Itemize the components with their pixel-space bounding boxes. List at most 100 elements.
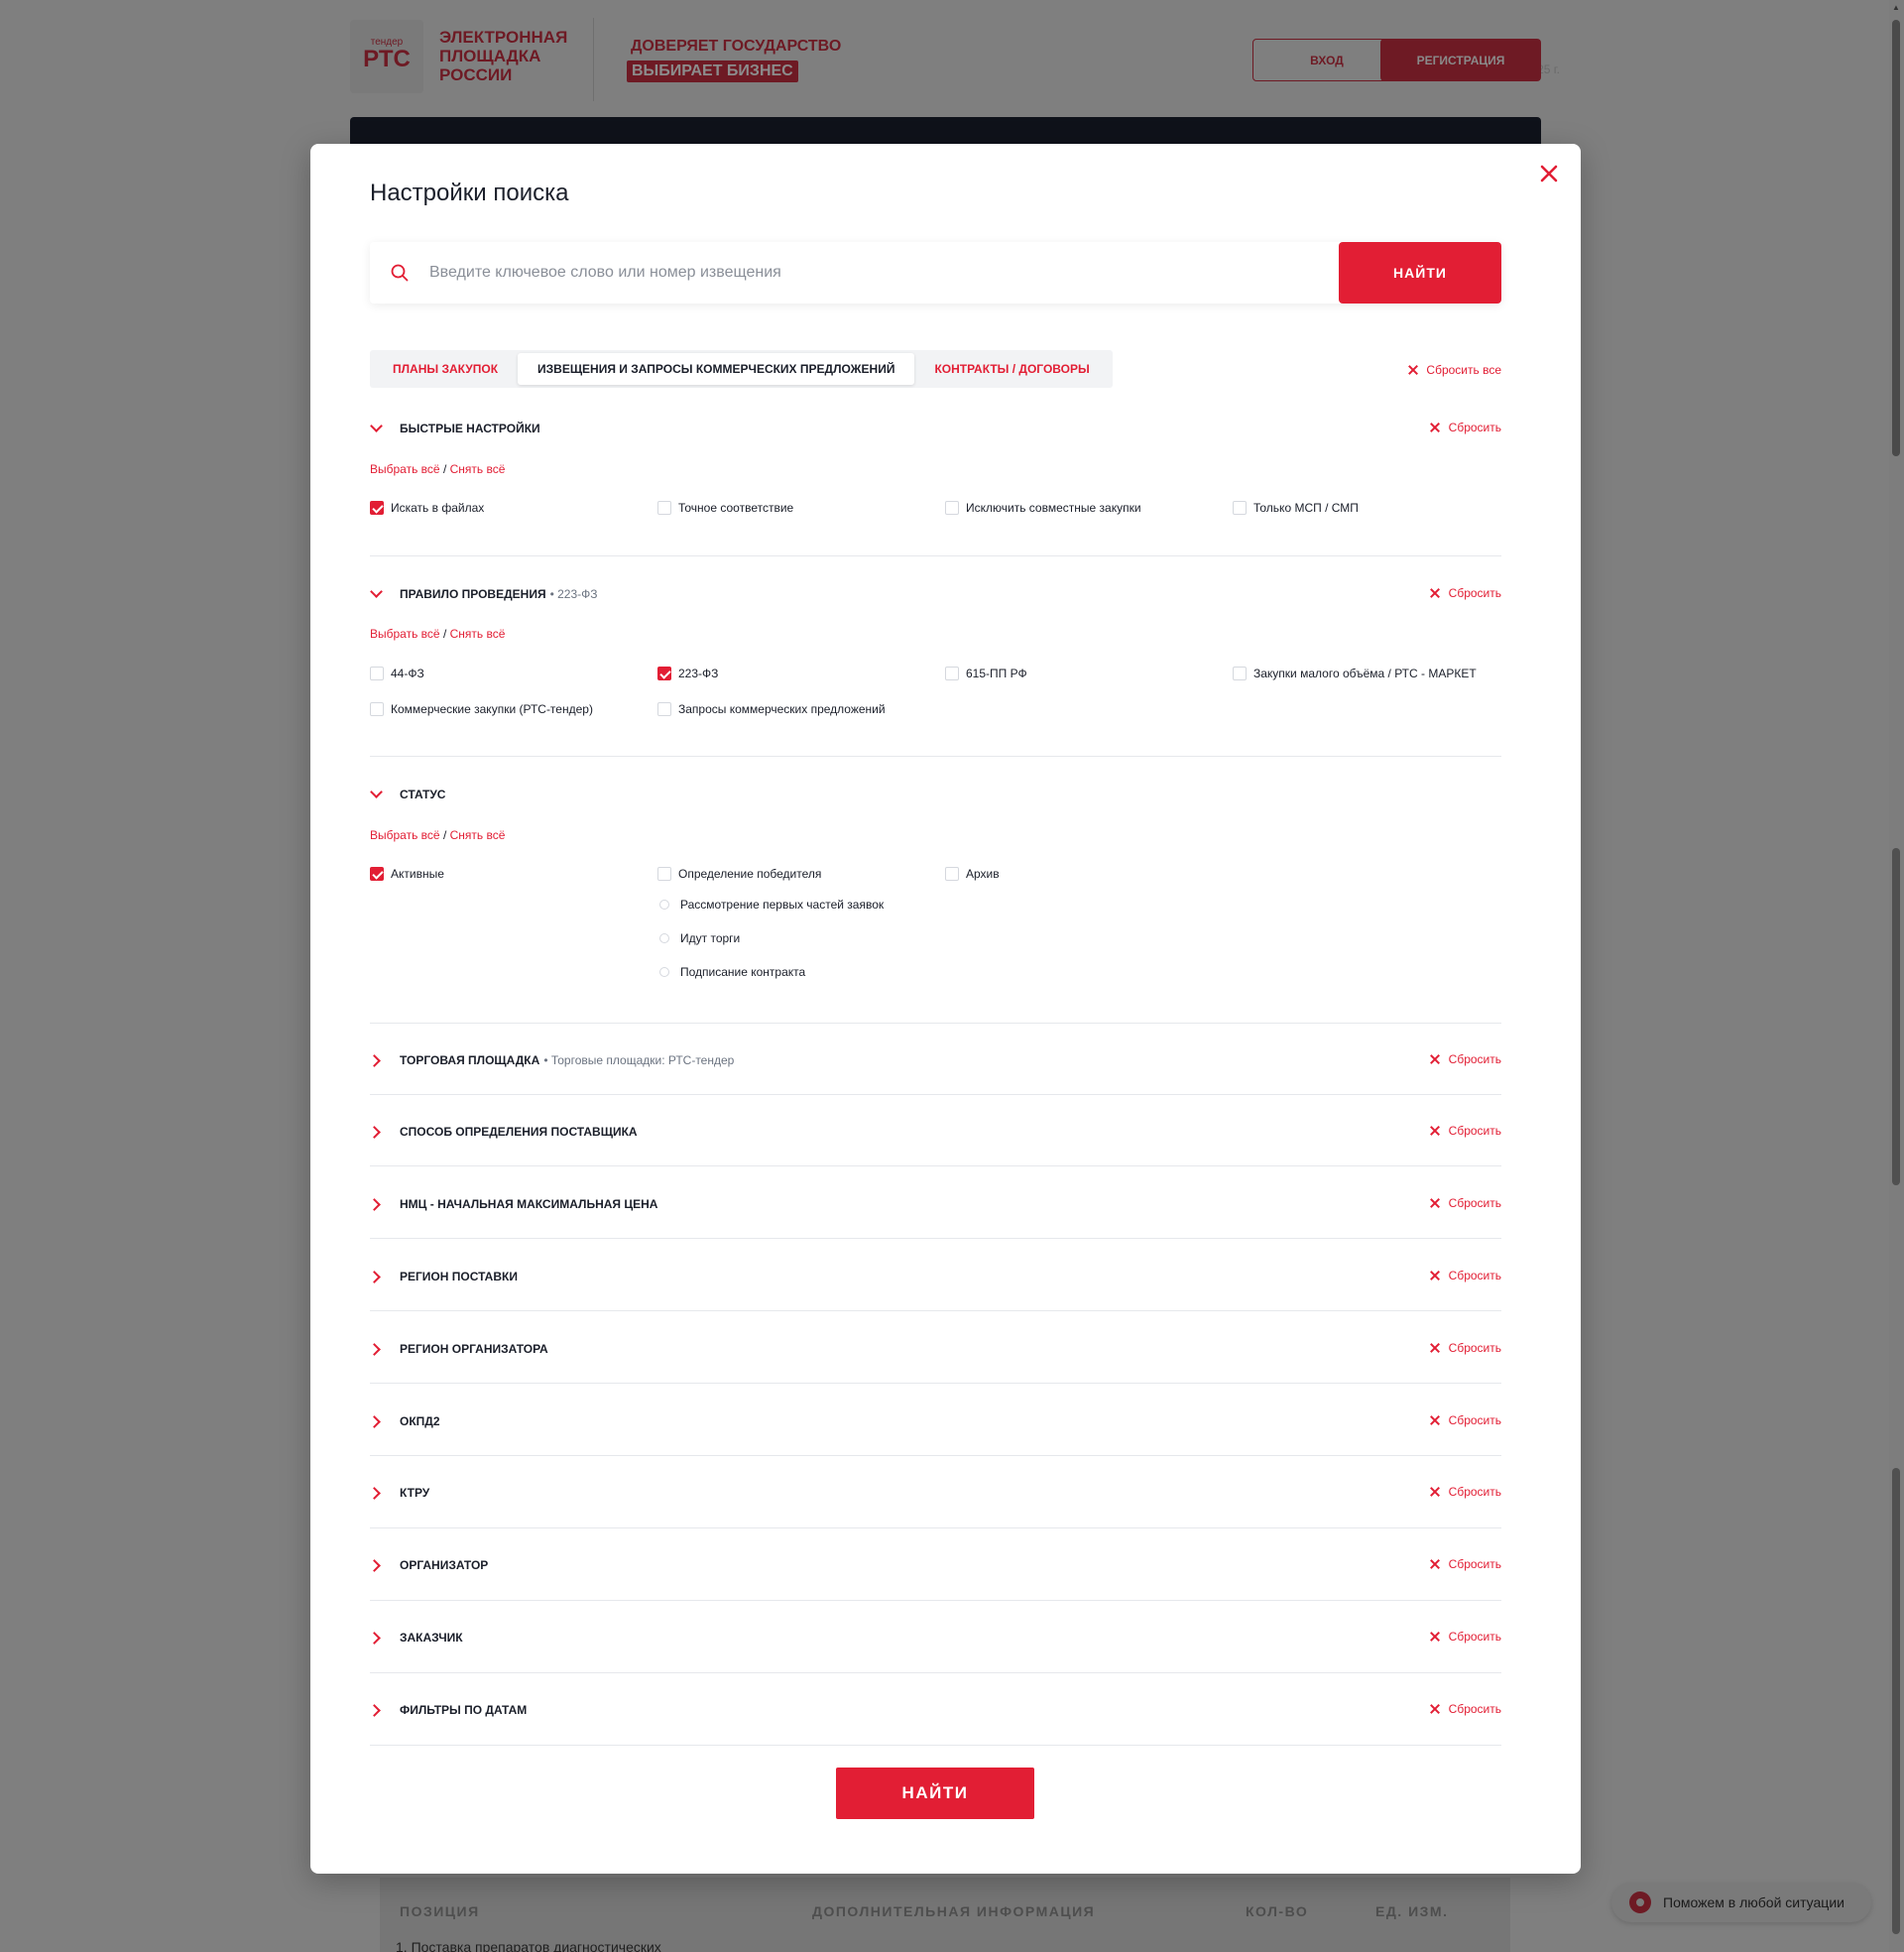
checkbox-commercial[interactable]: Коммерческие закупки (РТС-тендер) xyxy=(370,702,593,716)
section-title: ФИЛЬТРЫ ПО ДАТАМ xyxy=(400,1703,528,1717)
checkbox-archive[interactable]: Архив xyxy=(945,867,1000,881)
divider xyxy=(370,1094,1501,1095)
help-widget[interactable]: Поможем в любой ситуации xyxy=(1611,1883,1871,1922)
chevron-right-icon[interactable] xyxy=(370,1270,384,1283)
tab-notices[interactable]: ИЗВЕЩЕНИЯ И ЗАПРОСЫ КОММЕРЧЕСКИХ ПРЕДЛОЖ… xyxy=(518,353,915,385)
checkbox-44fz[interactable]: 44-ФЗ xyxy=(370,667,424,680)
radio-contract-signing[interactable]: Подписание контракта xyxy=(657,965,805,979)
chevron-right-icon[interactable] xyxy=(370,1197,384,1211)
checkbox-commercial-requests[interactable]: Запросы коммерческих предложений xyxy=(657,702,886,716)
section-header[interactable]: СТАТУС xyxy=(370,785,1501,804)
checkbox-search-in-files[interactable]: Искать в файлах xyxy=(370,501,484,515)
reset-button[interactable]: Сбросить xyxy=(1430,1702,1501,1716)
chevron-right-icon[interactable] xyxy=(370,1703,384,1717)
checkbox-label: Запросы коммерческих предложений xyxy=(678,702,886,716)
deselect-all-link[interactable]: Снять всё xyxy=(450,627,506,641)
tab-plans[interactable]: ПЛАНЫ ЗАКУПОК xyxy=(373,353,518,385)
reset-button[interactable]: Сбросить xyxy=(1430,1124,1501,1138)
checkbox-exact-match[interactable]: Точное соответствие xyxy=(657,501,793,515)
table-row[interactable]: 1. Поставка препаратов диагностических xyxy=(396,1939,661,1952)
checkbox-box[interactable] xyxy=(657,702,671,716)
login-button[interactable]: ВХОД xyxy=(1252,39,1401,81)
checkbox-223fz[interactable]: 223-ФЗ xyxy=(657,667,718,680)
chevron-right-icon[interactable] xyxy=(370,1558,384,1572)
checkbox-box[interactable] xyxy=(945,867,959,881)
checkbox-box[interactable] xyxy=(370,702,384,716)
section-trading-platform[interactable]: ТОРГОВАЯ ПЛОЩАДКА • Торговые площадки: Р… xyxy=(370,1050,1501,1070)
checkbox-active[interactable]: Активные xyxy=(370,867,444,881)
reset-button[interactable]: Сбросить xyxy=(1430,1196,1501,1210)
reset-button[interactable]: Сбросить xyxy=(1430,1557,1501,1571)
select-all-link[interactable]: Выбрать всё xyxy=(370,627,440,641)
section-date-filters[interactable]: ФИЛЬТРЫ ПО ДАТАМ Сбросить xyxy=(370,1700,1501,1720)
radio-first-parts-review[interactable]: Рассмотрение первых частей заявок xyxy=(657,898,884,912)
checkbox-box[interactable] xyxy=(1233,667,1247,680)
reset-button[interactable]: Сбросить xyxy=(1430,421,1501,434)
section-ktru[interactable]: КТРУ Сбросить xyxy=(370,1483,1501,1503)
checkbox-box[interactable] xyxy=(370,867,384,881)
radio-circle[interactable] xyxy=(659,900,669,910)
section-okpd2[interactable]: ОКПД2 Сбросить xyxy=(370,1411,1501,1431)
section-organizer-region[interactable]: РЕГИОН ОРГАНИЗАТОРА Сбросить xyxy=(370,1339,1501,1359)
section-header[interactable]: ПРАВИЛО ПРОВЕДЕНИЯ • 223-ФЗ Сбросить xyxy=(370,584,1501,604)
checkbox-box[interactable] xyxy=(370,667,384,680)
chevron-right-icon[interactable] xyxy=(370,1342,384,1356)
chevron-right-icon[interactable] xyxy=(370,1486,384,1500)
section-organizer[interactable]: ОРГАНИЗАТОР Сбросить xyxy=(370,1555,1501,1575)
radio-circle[interactable] xyxy=(659,967,669,977)
deselect-all-link[interactable]: Снять всё xyxy=(450,462,506,476)
checkbox-box[interactable] xyxy=(657,867,671,881)
reset-button[interactable]: Сбросить xyxy=(1430,1485,1501,1499)
deselect-all-link[interactable]: Снять всё xyxy=(450,828,506,842)
reset-button[interactable]: Сбросить xyxy=(1430,1341,1501,1355)
reset-button[interactable]: Сбросить xyxy=(1430,1413,1501,1427)
section-max-price[interactable]: НМЦ - НАЧАЛЬНАЯ МАКСИМАЛЬНАЯ ЦЕНА Сброси… xyxy=(370,1194,1501,1214)
help-widget-label: Поможем в любой ситуации xyxy=(1663,1894,1844,1910)
checkbox-only-smb[interactable]: Только МСП / СМП xyxy=(1233,501,1359,515)
find-button[interactable]: НАЙТИ xyxy=(836,1768,1034,1819)
checkbox-615pp[interactable]: 615-ПП РФ xyxy=(945,667,1027,680)
checkbox-box[interactable] xyxy=(370,501,384,515)
tab-contracts[interactable]: КОНТРАКТЫ / ДОГОВОРЫ xyxy=(914,353,1109,385)
checkbox-box[interactable] xyxy=(945,667,959,680)
checkbox-small-volume[interactable]: Закупки малого объёма / РТС - МАРКЕТ xyxy=(1233,667,1477,680)
reset-label: Сбросить xyxy=(1448,1124,1501,1138)
chevron-right-icon[interactable] xyxy=(370,1631,384,1645)
checkbox-box[interactable] xyxy=(657,667,671,680)
checkbox-box[interactable] xyxy=(945,501,959,515)
search-input[interactable] xyxy=(429,242,1124,304)
chevron-down-icon[interactable] xyxy=(370,788,384,801)
close-icon xyxy=(1430,1704,1440,1714)
section-delivery-region[interactable]: РЕГИОН ПОСТАВКИ Сбросить xyxy=(370,1267,1501,1286)
register-button[interactable]: РЕГИСТРАЦИЯ xyxy=(1380,39,1541,81)
reset-button[interactable]: Сбросить xyxy=(1430,1052,1501,1066)
search-submit-button[interactable]: НАЙТИ xyxy=(1339,242,1501,304)
chevron-right-icon[interactable] xyxy=(370,1125,384,1139)
chevron-down-icon[interactable] xyxy=(370,587,384,601)
scroll-up-icon[interactable]: ▲ xyxy=(1892,3,1900,12)
page-scrollbar[interactable]: ▲ xyxy=(1889,0,1904,1952)
chevron-right-icon[interactable] xyxy=(370,1414,384,1428)
scroll-thumb[interactable] xyxy=(1892,20,1900,456)
checkbox-exclude-joint[interactable]: Исключить совместные закупки xyxy=(945,501,1141,515)
section-header[interactable]: БЫСТРЫЕ НАСТРОЙКИ Сбросить xyxy=(370,419,1501,438)
section-supplier-method[interactable]: СПОСОБ ОПРЕДЕЛЕНИЯ ПОСТАВЩИКА Сбросить xyxy=(370,1122,1501,1142)
chevron-down-icon[interactable] xyxy=(370,422,384,435)
radio-circle[interactable] xyxy=(659,933,669,943)
reset-button[interactable]: Сбросить xyxy=(1430,586,1501,600)
radio-bidding[interactable]: Идут торги xyxy=(657,931,740,945)
checkbox-winner-determination[interactable]: Определение победителя xyxy=(657,867,821,881)
reset-button[interactable]: Сбросить xyxy=(1430,1630,1501,1644)
logo-caption: ЭЛЕКТРОННАЯ ПЛОЩАДКА РОССИИ xyxy=(439,28,568,84)
site-logo[interactable]: тендер РТС xyxy=(350,20,423,93)
section-customer[interactable]: ЗАКАЗЧИК Сбросить xyxy=(370,1628,1501,1647)
checkbox-box[interactable] xyxy=(1233,501,1247,515)
reset-all-button[interactable]: Сбросить все xyxy=(1408,363,1501,377)
close-icon[interactable] xyxy=(1535,160,1563,187)
radio-label: Подписание контракта xyxy=(680,965,806,979)
checkbox-box[interactable] xyxy=(657,501,671,515)
select-all-link[interactable]: Выбрать всё xyxy=(370,828,440,842)
select-all-link[interactable]: Выбрать всё xyxy=(370,462,440,476)
chevron-right-icon[interactable] xyxy=(370,1053,384,1067)
reset-button[interactable]: Сбросить xyxy=(1430,1269,1501,1282)
